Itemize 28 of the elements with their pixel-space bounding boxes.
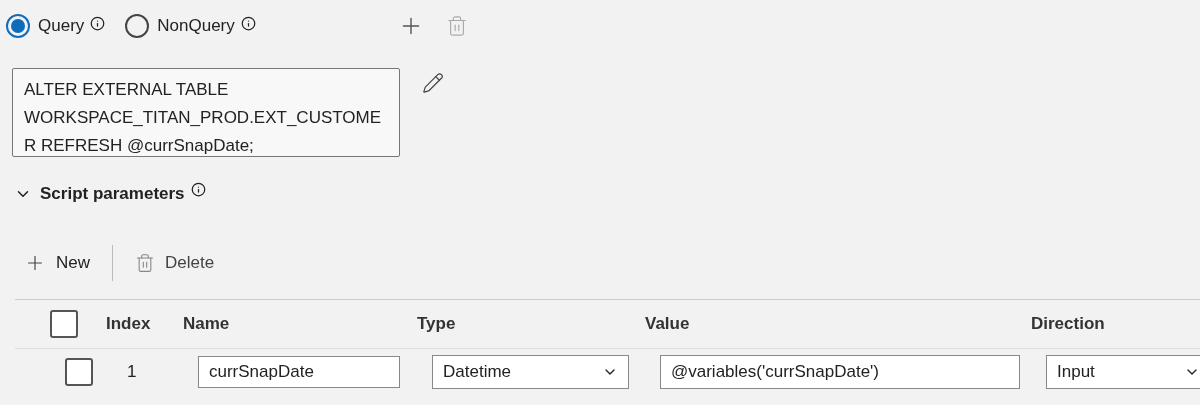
radio-button[interactable] (6, 14, 30, 38)
table-cell-text: 1 (126, 361, 138, 384)
column-header: Type (417, 312, 457, 335)
edit-icon[interactable] (422, 72, 444, 94)
value-field[interactable]: @variables('currSnapDate') (660, 355, 1020, 389)
info-icon (190, 182, 206, 198)
checkbox[interactable] (65, 358, 93, 386)
script-line: ALTER EXTERNAL TABLE (24, 79, 230, 101)
delete-button[interactable]: Delete (135, 249, 215, 276)
direction-dropdown[interactable]: Input (1046, 355, 1200, 389)
section-title: Script parameters (40, 183, 185, 205)
column-header: Value (645, 312, 691, 335)
script-line: WORKSPACE_TITAN_PROD.EXT_CUSTOME (24, 107, 383, 129)
column-header: Name (183, 312, 231, 335)
radio-label: NonQuery (157, 15, 235, 38)
delete-icon (135, 252, 155, 273)
type-dropdown[interactable]: Datetime (432, 355, 629, 389)
script-line: R REFRESH @currSnapDate; (24, 135, 255, 157)
column-header: Direction (1031, 312, 1106, 335)
script-field[interactable]: ALTER EXTERNAL TABLE WORKSPACE_TITAN_PROD.EXT_CUSTOME R REFRESH @currSnapDate; (12, 68, 400, 157)
column-header: Index (106, 312, 152, 335)
info-icon (90, 15, 106, 31)
checkbox[interactable] (50, 309, 78, 338)
name-field[interactable]: currSnapDate (198, 356, 400, 388)
new-button[interactable]: New (24, 249, 90, 276)
radio-button[interactable] (125, 14, 150, 38)
info-icon (240, 15, 256, 31)
radio-label: Query (38, 15, 85, 38)
